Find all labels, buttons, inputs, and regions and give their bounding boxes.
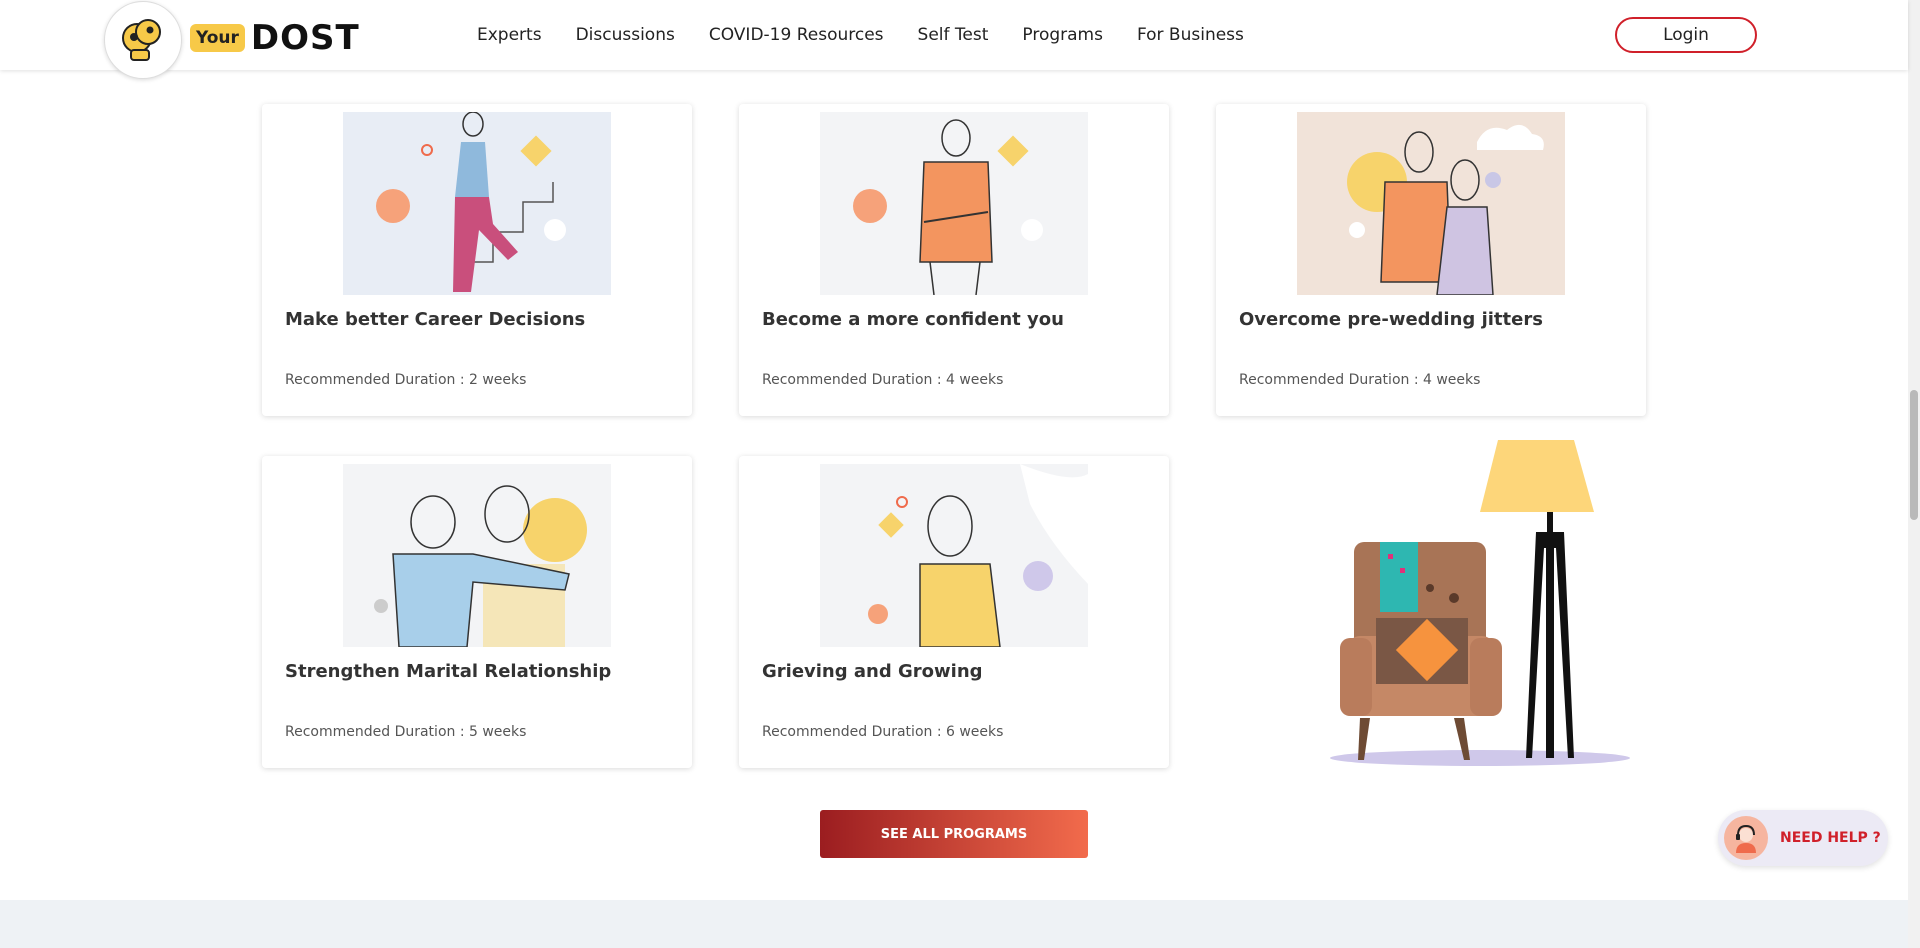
logo-dost-text: DOST (250, 18, 360, 58)
nav-programs[interactable]: Programs (1022, 25, 1103, 45)
program-title: Make better Career Decisions (285, 309, 586, 330)
nav-self-test[interactable]: Self Test (918, 25, 989, 45)
program-duration: Recommended Duration : 5 weeks (285, 724, 527, 740)
program-duration: Recommended Duration : 4 weeks (762, 372, 1004, 388)
see-all-programs-button[interactable]: SEE ALL PROGRAMS (820, 810, 1088, 858)
armchair-lamp-illustration (1330, 438, 1630, 768)
program-title: Overcome pre-wedding jitters (1239, 309, 1543, 330)
site-header: Your DOST Experts Discussions COVID-19 R… (0, 0, 1908, 79)
need-help-widget[interactable]: NEED HELP ? (1718, 810, 1888, 866)
login-button[interactable]: Login (1615, 17, 1757, 53)
page-scrollbar[interactable] (1908, 0, 1920, 948)
confident-illustration (820, 112, 1088, 295)
program-title: Grieving and Growing (762, 661, 983, 682)
nav-covid-resources[interactable]: COVID-19 Resources (709, 25, 884, 45)
logo-mascot-icon (104, 1, 182, 79)
logo-your-text: Your (190, 24, 245, 52)
program-duration: Recommended Duration : 4 weeks (1239, 372, 1481, 388)
career-illustration (343, 112, 611, 295)
nav-for-business[interactable]: For Business (1137, 25, 1244, 45)
program-card-grieving[interactable]: Grieving and Growing Recommended Duratio… (739, 456, 1169, 768)
marital-illustration (343, 464, 611, 647)
grieving-illustration (820, 464, 1088, 647)
nav-experts[interactable]: Experts (477, 25, 542, 45)
nav-discussions[interactable]: Discussions (576, 25, 675, 45)
program-title: Become a more confident you (762, 309, 1064, 330)
program-title: Strengthen Marital Relationship (285, 661, 612, 682)
program-duration: Recommended Duration : 6 weeks (762, 724, 1004, 740)
yourdost-logo[interactable]: Your DOST (104, 0, 360, 79)
main-nav: Experts Discussions COVID-19 Resources S… (477, 0, 1278, 70)
program-card-marital[interactable]: Strengthen Marital Relationship Recommen… (262, 456, 692, 768)
pre-wedding-illustration (1297, 112, 1565, 295)
program-card-career[interactable]: Make better Career Decisions Recommended… (262, 104, 692, 416)
need-help-label: NEED HELP ? (1780, 830, 1881, 846)
next-section-band (0, 900, 1908, 948)
program-duration: Recommended Duration : 2 weeks (285, 372, 527, 388)
scrollbar-thumb[interactable] (1910, 390, 1918, 520)
support-agent-icon (1724, 816, 1768, 860)
program-card-confident[interactable]: Become a more confident you Recommended … (739, 104, 1169, 416)
program-card-pre-wedding[interactable]: Overcome pre-wedding jitters Recommended… (1216, 104, 1646, 416)
